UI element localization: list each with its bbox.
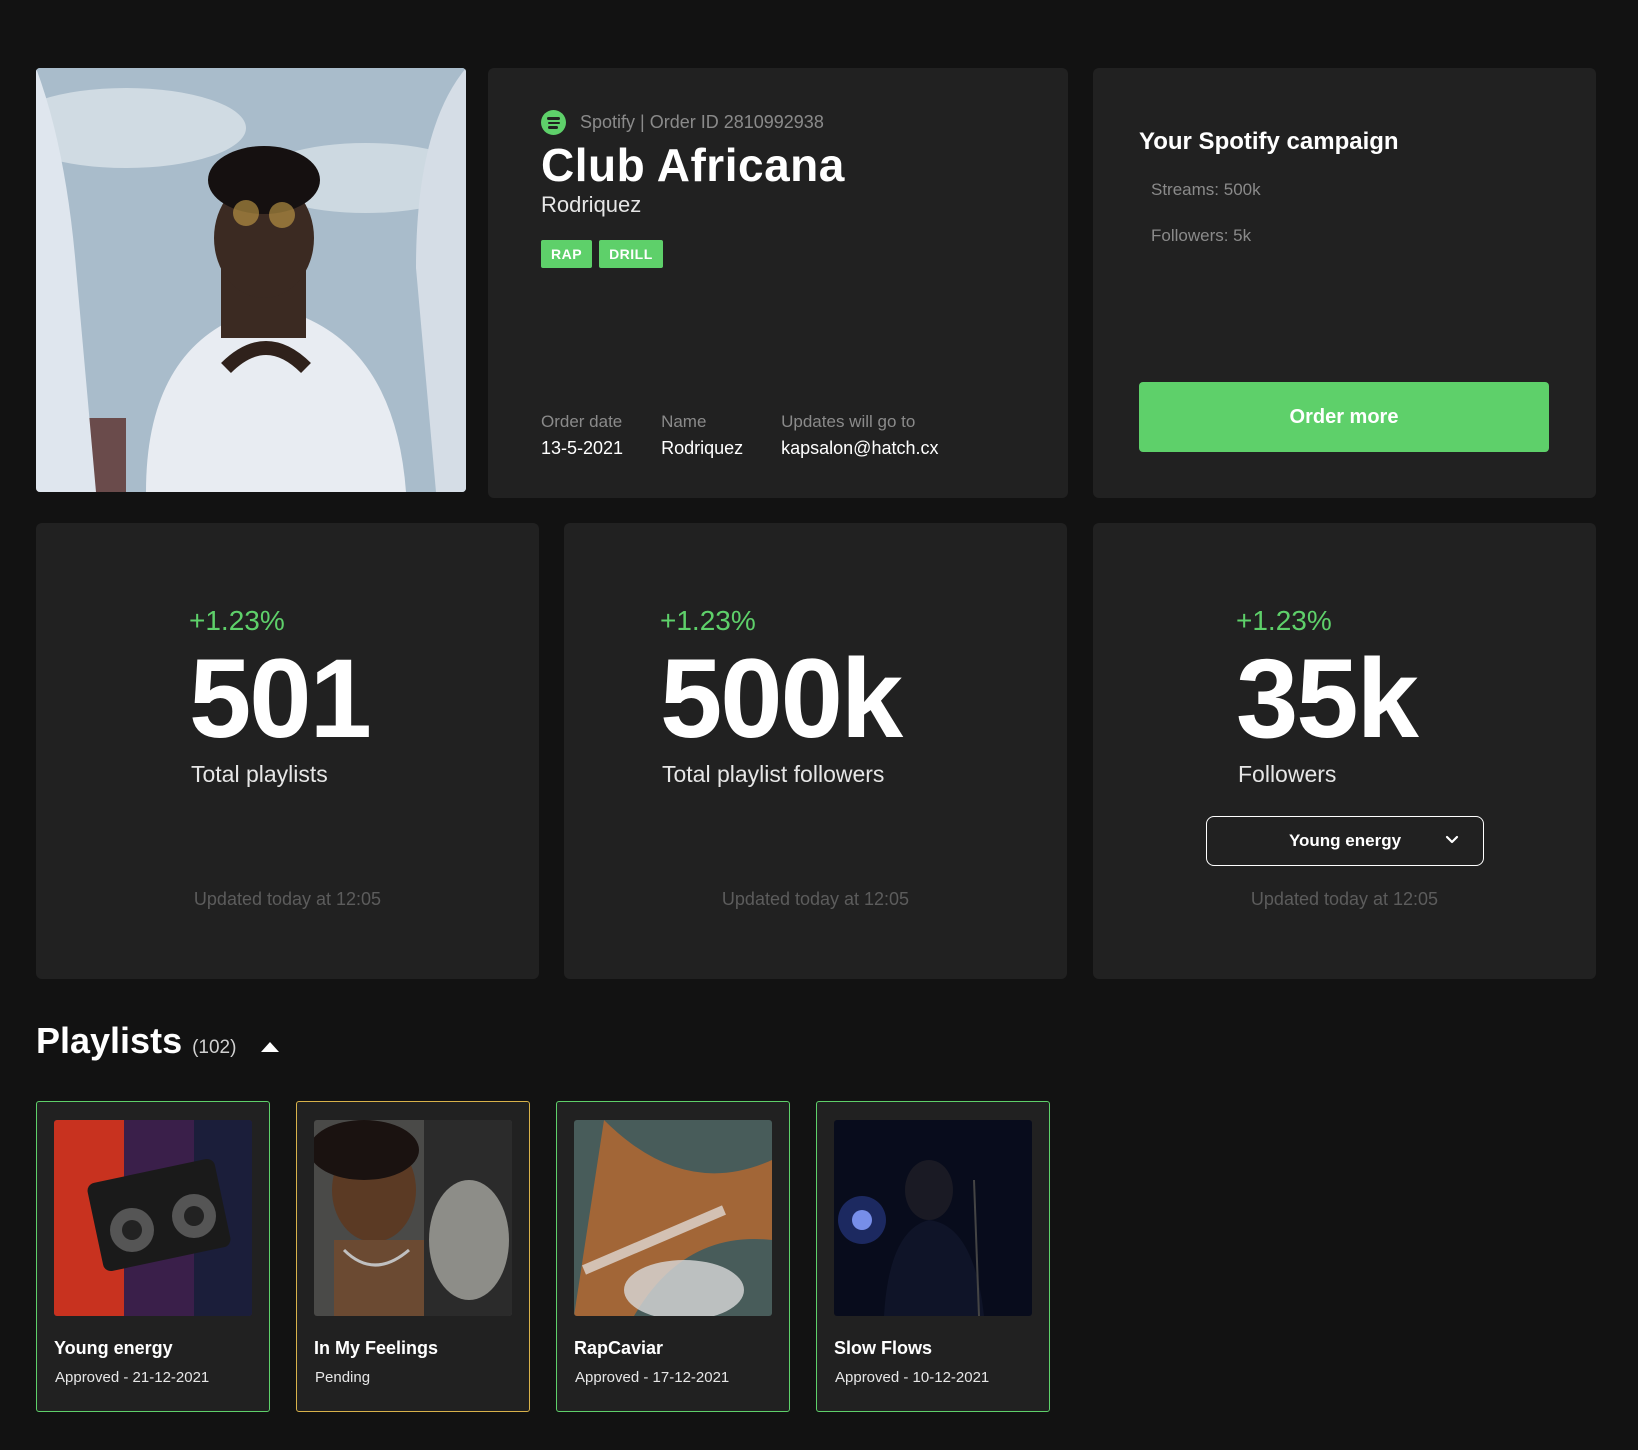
- playlist-status: Pending: [315, 1369, 371, 1386]
- playlist-card[interactable]: Slow Flows Approved - 10-12-2021: [816, 1101, 1050, 1412]
- playlist-thumbnail: [834, 1120, 1032, 1316]
- playlist-card[interactable]: RapCaviar Approved - 17-12-2021: [556, 1101, 790, 1412]
- playlist-select[interactable]: Young energy: [1206, 816, 1484, 866]
- stat-label: Total playlist followers: [662, 761, 885, 787]
- playlist-thumbnail: [314, 1120, 512, 1316]
- stat-value: 35k: [1236, 636, 1419, 761]
- stat-updated: Updated today at 12:05: [193, 889, 382, 909]
- order-name-value: Rodriquez: [661, 438, 744, 458]
- playlists-header: Playlists (102): [36, 1020, 280, 1062]
- playlist-name: Young energy: [54, 1338, 173, 1358]
- stat-card-playlist-followers: +1.23% 500k Total playlist followers Upd…: [564, 523, 1067, 979]
- campaign-card: Your Spotify campaign Streams: 500k Foll…: [1093, 68, 1596, 498]
- stat-label: Total playlists: [191, 761, 328, 787]
- artist-name: Rodriquez: [541, 192, 642, 217]
- genre-tag: RAP: [541, 240, 593, 268]
- playlist-card[interactable]: In My Feelings Pending: [296, 1101, 530, 1412]
- stat-value: 500k: [660, 636, 903, 761]
- campaign-title: Your Spotify campaign: [1139, 128, 1399, 155]
- stat-label: Followers: [1238, 761, 1337, 787]
- playlist-select-value: Young energy: [1288, 831, 1402, 850]
- playlist-name: RapCaviar: [574, 1338, 664, 1358]
- playlist-card[interactable]: Young energy Approved - 21-12-2021: [36, 1101, 270, 1412]
- album-cover-image: [36, 68, 466, 492]
- playlists-title: Playlists: [36, 1020, 183, 1061]
- stat-change: +1.23%: [1236, 605, 1332, 636]
- spotify-icon: [541, 110, 566, 135]
- genre-tags: RAP DRILL: [541, 240, 663, 268]
- order-card: Spotify | Order ID 2810992938 Club Afric…: [488, 68, 1068, 498]
- order-date-label: Order date: [541, 412, 623, 431]
- stat-updated: Updated today at 12:05: [721, 889, 910, 909]
- order-more-button[interactable]: Order more: [1139, 382, 1549, 452]
- campaign-followers: Followers: 5k: [1151, 226, 1252, 245]
- order-email-value: kapsalon@hatch.cx: [781, 438, 939, 458]
- stat-card-playlists: +1.23% 501 Total playlists Updated today…: [36, 523, 539, 979]
- stat-card-followers: +1.23% 35k Followers Young energy Update…: [1093, 523, 1596, 979]
- order-email-label: Updates will go to: [781, 412, 916, 431]
- collapse-triangle-icon[interactable]: [260, 1039, 280, 1053]
- order-name: Name Rodriquez: [661, 412, 743, 459]
- order-name-label: Name: [661, 412, 707, 431]
- stat-change: +1.23%: [660, 605, 756, 636]
- stat-value: 501: [189, 636, 372, 761]
- chevron-down-icon: [1445, 835, 1459, 844]
- playlist-status: Approved - 17-12-2021: [575, 1369, 730, 1386]
- order-info: Order date 13-5-2021 Name Rodriquez Upda…: [541, 412, 938, 459]
- campaign-streams: Streams: 500k: [1151, 180, 1261, 199]
- playlist-thumbnail: [574, 1120, 772, 1316]
- playlist-name: In My Feelings: [314, 1338, 439, 1358]
- order-date-value: 13-5-2021: [541, 438, 624, 458]
- stat-updated: Updated today at 12:05: [1250, 889, 1439, 909]
- order-meta: Spotify | Order ID 2810992938: [541, 110, 824, 135]
- playlist-name: Slow Flows: [834, 1338, 933, 1358]
- order-date: Order date 13-5-2021: [541, 412, 623, 459]
- playlist-status: Approved - 21-12-2021: [55, 1369, 210, 1386]
- playlist-thumbnail: [54, 1120, 252, 1316]
- stat-change: +1.23%: [189, 605, 285, 636]
- playlist-status: Approved - 10-12-2021: [835, 1369, 990, 1386]
- playlists-count: (102): [192, 1037, 237, 1058]
- genre-tag: DRILL: [599, 240, 663, 268]
- track-title: Club Africana: [541, 139, 845, 191]
- order-id-text: Spotify | Order ID 2810992938: [580, 112, 824, 132]
- order-email: Updates will go to kapsalon@hatch.cx: [781, 412, 938, 459]
